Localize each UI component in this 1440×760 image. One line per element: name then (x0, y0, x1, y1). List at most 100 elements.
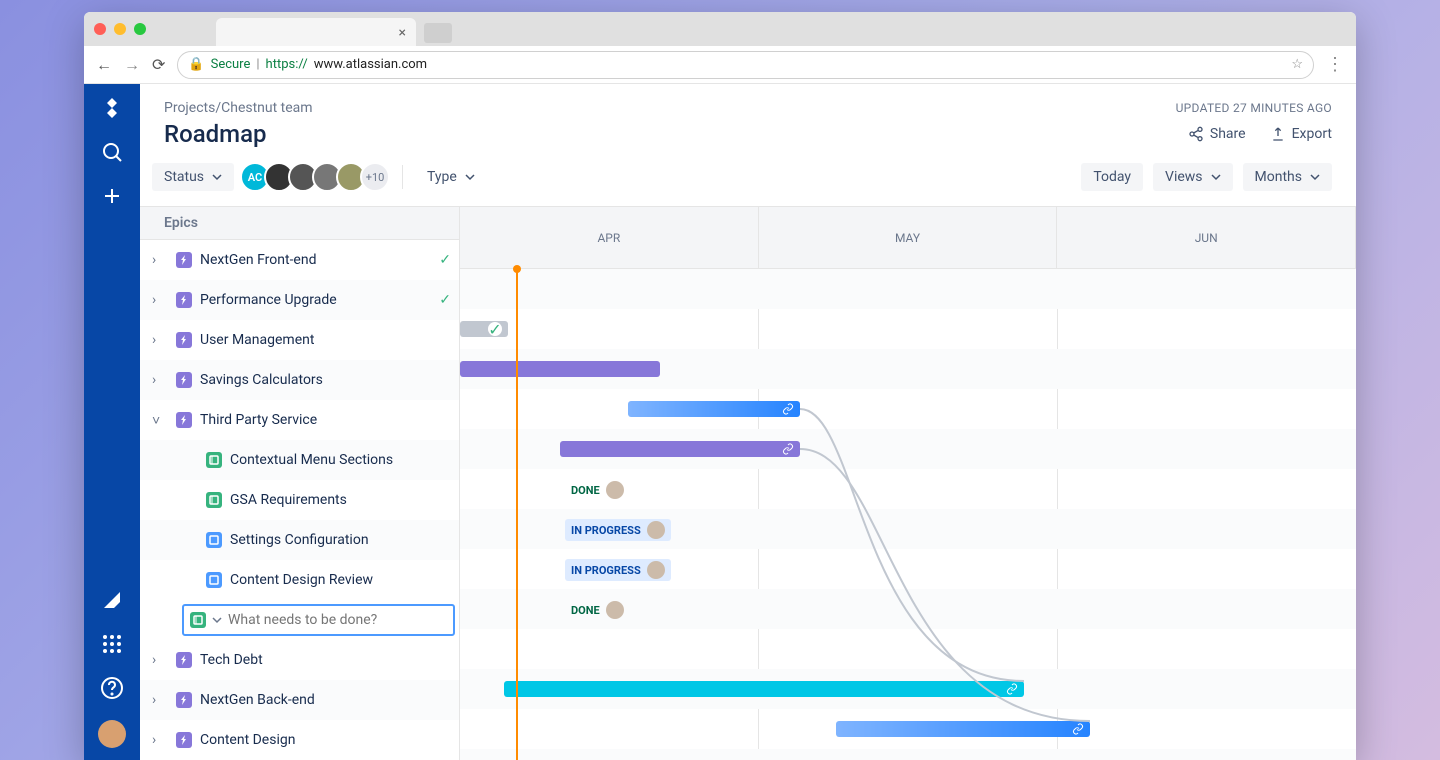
maximize-window-icon[interactable] (134, 23, 146, 35)
timeline-row[interactable]: IN PROGRESS (460, 509, 1356, 549)
epic-row[interactable]: ›Content Design Review (140, 560, 459, 600)
timeline-row[interactable] (460, 389, 1356, 429)
chevron-down-icon[interactable] (212, 615, 222, 625)
epic-bar[interactable] (836, 721, 1090, 737)
expand-chevron-icon[interactable]: › (152, 332, 168, 348)
page-title: Roadmap (164, 120, 267, 148)
avatar-overflow[interactable]: +10 (360, 162, 390, 192)
timeline-row[interactable]: IN PROGRESS (460, 549, 1356, 589)
issue-type-picker[interactable] (190, 612, 206, 628)
jira-logo-icon[interactable] (100, 96, 124, 120)
epic-name: NextGen Front-end (200, 252, 316, 268)
new-tab-button[interactable] (424, 23, 452, 43)
epic-row[interactable]: ›Savings Calculators (140, 360, 459, 400)
issue-type-icon (176, 252, 192, 268)
timeline-row[interactable]: ✓ (460, 309, 1356, 349)
epic-row[interactable]: ›Settings Configuration (140, 520, 459, 560)
search-icon[interactable] (100, 140, 124, 164)
reload-button[interactable]: ⟳ (152, 55, 165, 75)
window-controls[interactable] (94, 23, 146, 35)
link-icon (1072, 723, 1084, 735)
expand-chevron-icon[interactable]: › (152, 372, 168, 388)
today-button[interactable]: Today (1081, 163, 1143, 191)
epic-bar[interactable]: ✓ (460, 321, 508, 337)
timeline-row[interactable]: DONE (460, 469, 1356, 509)
timeline-row[interactable] (460, 629, 1356, 669)
epic-bar[interactable] (628, 401, 800, 417)
epic-name: User Management (200, 332, 314, 348)
page-header: Projects / Chestnut team UPDATED 27 MINU… (140, 84, 1356, 148)
epic-row[interactable]: ›GSA Requirements (140, 480, 459, 520)
expand-chevron-icon[interactable]: › (152, 652, 168, 668)
tab-close-icon[interactable]: × (399, 25, 406, 41)
browser-menu-icon[interactable]: ⋮ (1326, 54, 1344, 75)
expand-chevron-icon[interactable]: › (152, 292, 168, 308)
browser-tab[interactable]: × (216, 18, 416, 46)
expand-chevron-icon[interactable]: ˅ (152, 412, 168, 429)
link-icon (782, 403, 794, 415)
breadcrumb-root[interactable]: Projects (164, 100, 215, 116)
epic-row[interactable]: ›Tech Debt (140, 640, 459, 680)
timeline-row[interactable] (460, 749, 1356, 760)
issue-type-icon (206, 532, 222, 548)
timeline-header: APR MAY JUN (460, 207, 1356, 269)
type-filter[interactable]: Type (415, 163, 487, 191)
epic-row[interactable]: ›Content Design (140, 720, 459, 760)
help-icon[interactable] (100, 676, 124, 700)
epic-row[interactable]: › User Management (140, 320, 459, 360)
divider (402, 165, 403, 189)
issue-type-icon (176, 732, 192, 748)
timeline-row[interactable] (460, 269, 1356, 309)
apps-icon[interactable] (100, 632, 124, 656)
status-filter[interactable]: Status (152, 163, 234, 191)
epics-header: Epics (140, 207, 459, 240)
expand-chevron-icon[interactable]: › (152, 252, 168, 268)
issue-type-icon (206, 572, 222, 588)
global-sidebar (84, 84, 140, 760)
epic-row[interactable]: ›Performance Upgrade✓ (140, 280, 459, 320)
timeline-row[interactable] (460, 349, 1356, 389)
timeline-body[interactable]: ✓ (460, 269, 1356, 760)
timeline[interactable]: APR MAY JUN ✓ (460, 207, 1356, 760)
epic-row[interactable]: ›Contextual Menu Sections (140, 440, 459, 480)
status-in-progress: IN PROGRESS (565, 519, 671, 541)
timeline-row[interactable]: DONE (460, 589, 1356, 629)
breadcrumb-leaf[interactable]: Chestnut team (221, 100, 312, 116)
epic-row[interactable]: › NextGen Back-end (140, 680, 459, 720)
timescale-dropdown[interactable]: Months (1243, 163, 1332, 191)
done-check-icon: ✓ (488, 322, 502, 336)
epic-name: GSA Requirements (230, 492, 347, 508)
chevron-down-icon (1211, 172, 1221, 182)
new-issue-input[interactable] (182, 604, 455, 636)
share-icon (1188, 126, 1204, 142)
assignee-avatars[interactable]: AC +10 (246, 162, 390, 192)
user-avatar[interactable] (98, 720, 126, 748)
tab-bar: × (84, 12, 1356, 46)
chevron-down-icon (465, 172, 475, 182)
epic-name: NextGen Back-end (200, 692, 315, 708)
minimize-window-icon[interactable] (114, 23, 126, 35)
epic-bar[interactable] (560, 441, 800, 457)
epic-row[interactable]: ˅Third Party Service (140, 400, 459, 440)
epic-bar[interactable] (504, 681, 1024, 697)
back-button[interactable]: ← (96, 55, 112, 75)
epic-row[interactable]: ›NextGen Front-end✓ (140, 240, 459, 280)
timeline-row[interactable] (460, 669, 1356, 709)
epic-name: Performance Upgrade (200, 292, 337, 308)
close-window-icon[interactable] (94, 23, 106, 35)
expand-chevron-icon[interactable]: › (152, 692, 168, 708)
views-dropdown[interactable]: Views (1153, 163, 1233, 191)
forward-button: → (124, 55, 140, 75)
export-button[interactable]: Export (1270, 126, 1332, 142)
epic-bar[interactable] (460, 361, 660, 377)
address-bar: ← → ⟳ 🔒 Secure | https://www.atlassian.c… (84, 46, 1356, 84)
timeline-row[interactable] (460, 429, 1356, 469)
share-button[interactable]: Share (1188, 126, 1246, 142)
bookmark-star-icon[interactable]: ☆ (1291, 57, 1303, 72)
notifications-icon[interactable] (100, 588, 124, 612)
timeline-row[interactable] (460, 709, 1356, 749)
expand-chevron-icon[interactable]: › (152, 732, 168, 748)
create-icon[interactable] (100, 184, 124, 208)
url-bar[interactable]: 🔒 Secure | https://www.atlassian.com ☆ (177, 51, 1314, 79)
new-issue-field[interactable] (228, 612, 447, 628)
